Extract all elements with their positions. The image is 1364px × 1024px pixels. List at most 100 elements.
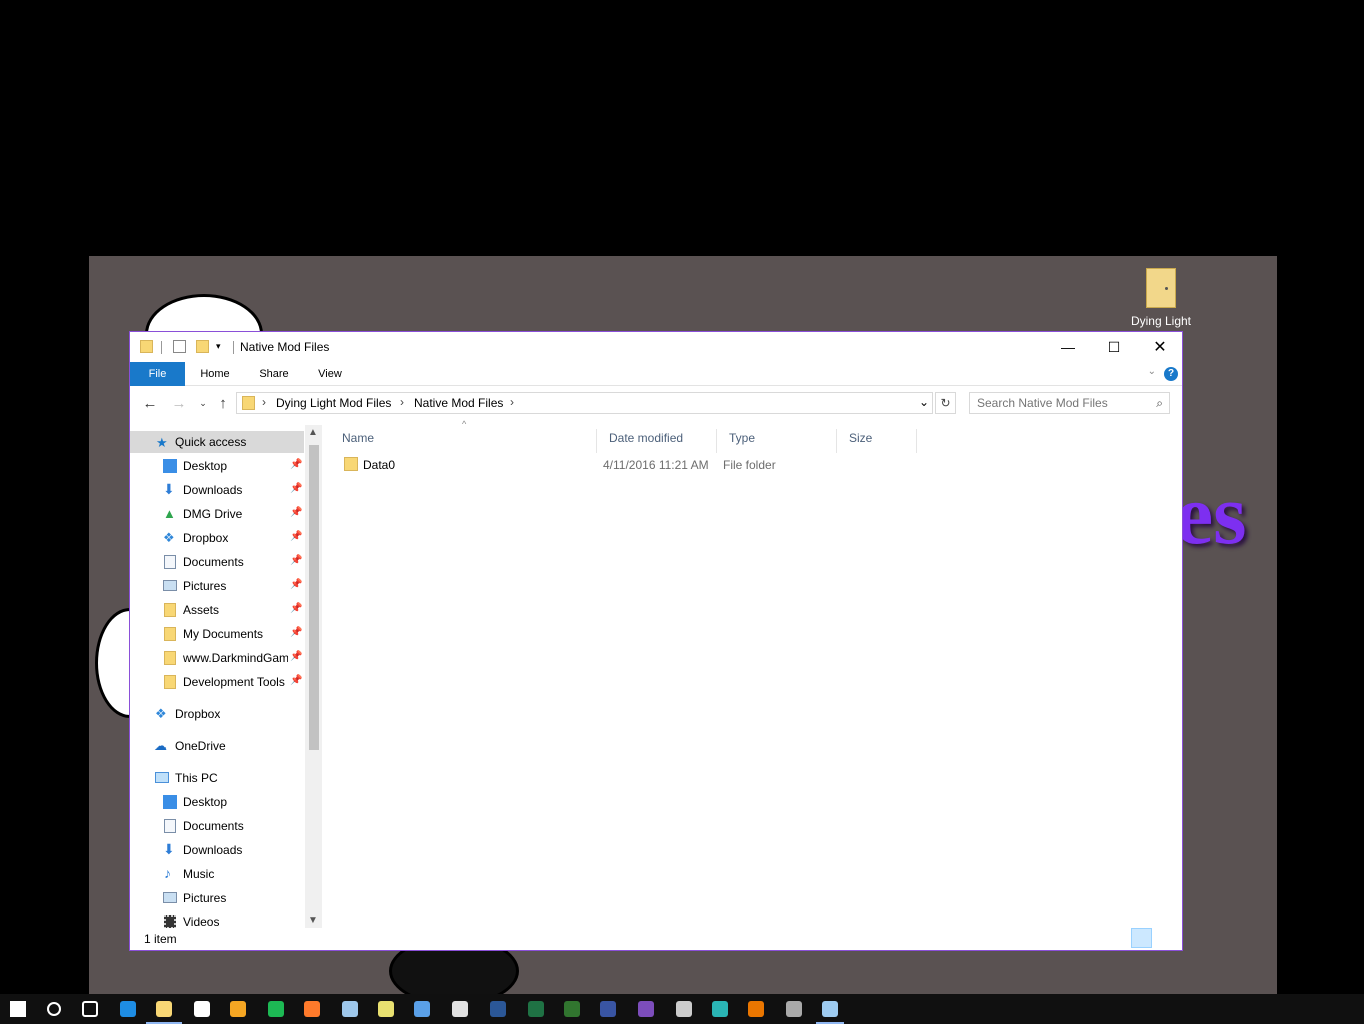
- nav-item-pictures[interactable]: Pictures 📌: [130, 575, 304, 597]
- pin-icon[interactable]: 📌: [290, 555, 302, 566]
- visio-icon[interactable]: [590, 994, 626, 1024]
- windows-start-icon[interactable]: [0, 994, 36, 1024]
- up-button[interactable]: ↑: [213, 393, 233, 413]
- gimp-icon[interactable]: [776, 994, 812, 1024]
- visual-studio-icon[interactable]: [628, 994, 664, 1024]
- unity-icon[interactable]: [666, 994, 702, 1024]
- nav-pc-pictures[interactable]: Pictures: [130, 887, 304, 909]
- refresh-button[interactable]: ↻: [935, 392, 956, 414]
- scroll-down-icon[interactable]: ▼: [308, 915, 318, 926]
- desktop-folder-icon[interactable]: Dying Light: [1125, 264, 1197, 328]
- nav-item-development-tools[interactable]: Development Tools 📌: [130, 671, 304, 693]
- nav-item-darkmind-games[interactable]: www.DarkmindGames 📌: [130, 647, 304, 669]
- new-folder-icon[interactable]: [196, 340, 209, 353]
- help-icon[interactable]: ?: [1164, 367, 1178, 381]
- breadcrumb-separator[interactable]: ›: [510, 395, 514, 409]
- app-icon[interactable]: [442, 994, 478, 1024]
- search-box[interactable]: ⌕: [969, 392, 1170, 414]
- terminal-icon[interactable]: [702, 994, 738, 1024]
- minimize-button[interactable]: —: [1045, 332, 1091, 362]
- pin-icon[interactable]: 📌: [290, 651, 302, 662]
- pin-icon[interactable]: 📌: [290, 507, 302, 518]
- excel-icon[interactable]: [518, 994, 554, 1024]
- pin-icon[interactable]: 📌: [290, 579, 302, 590]
- nav-pc-desktop[interactable]: Desktop: [130, 791, 304, 813]
- recent-locations-button[interactable]: ⌄: [193, 393, 213, 413]
- nav-pc-downloads[interactable]: ⬇ Downloads: [130, 839, 304, 861]
- pin-icon[interactable]: 📌: [290, 675, 302, 686]
- steam-icon[interactable]: [812, 994, 848, 1024]
- column-header-date-modified[interactable]: Date modified: [597, 429, 717, 453]
- column-header-size[interactable]: Size: [837, 429, 917, 453]
- file-row[interactable]: Data0 4/11/2016 11:21 AM File folder: [330, 455, 1050, 475]
- tab-file[interactable]: File: [130, 362, 185, 386]
- nav-quick-access[interactable]: ★ Quick access: [130, 431, 304, 453]
- nav-item-dmg-drive[interactable]: ▲ DMG Drive 📌: [130, 503, 304, 525]
- media-player-icon[interactable]: [220, 994, 256, 1024]
- firefox-icon[interactable]: [294, 994, 330, 1024]
- nav-item-dropbox[interactable]: ❖ Dropbox 📌: [130, 527, 304, 549]
- tab-home[interactable]: Home: [188, 362, 242, 386]
- folder-icon: [164, 627, 176, 641]
- nav-pc-music[interactable]: ♪ Music: [130, 863, 304, 885]
- close-button[interactable]: ✕: [1137, 332, 1183, 362]
- breadcrumb-item[interactable]: Dying Light Mod Files: [276, 396, 391, 410]
- nav-onedrive[interactable]: ☁ OneDrive: [130, 735, 304, 757]
- chevron-down-icon[interactable]: ⌄: [1148, 366, 1156, 377]
- pin-icon[interactable]: 📌: [290, 531, 302, 542]
- title-bar[interactable]: ▾ Native Mod Files — ☐ ✕: [130, 332, 1182, 362]
- nav-this-pc[interactable]: This PC: [130, 767, 304, 789]
- file-explorer-icon[interactable]: [146, 994, 182, 1024]
- nav-item-my-documents[interactable]: My Documents 📌: [130, 623, 304, 645]
- large-icons-view-icon[interactable]: [1157, 928, 1178, 948]
- project-icon[interactable]: [554, 994, 590, 1024]
- task-view-icon[interactable]: [72, 994, 108, 1024]
- maximize-button[interactable]: ☐: [1091, 332, 1137, 362]
- notes-icon[interactable]: [368, 994, 404, 1024]
- nav-pc-documents[interactable]: Documents: [130, 815, 304, 837]
- file-explorer-window: ▾ Native Mod Files — ☐ ✕ File Home Share…: [129, 331, 1183, 951]
- store-icon[interactable]: [184, 994, 220, 1024]
- search-input[interactable]: [970, 393, 1140, 413]
- blender-icon[interactable]: [738, 994, 774, 1024]
- breadcrumb-separator[interactable]: ›: [400, 395, 404, 409]
- nav-dropbox[interactable]: ❖ Dropbox: [130, 703, 304, 725]
- scroll-thumb[interactable]: [309, 445, 319, 750]
- tab-view[interactable]: View: [304, 362, 356, 386]
- nav-item-downloads[interactable]: ⬇ Downloads 📌: [130, 479, 304, 501]
- back-button[interactable]: ←: [140, 393, 160, 413]
- column-header-type[interactable]: Type: [717, 429, 837, 453]
- nav-item-assets[interactable]: Assets 📌: [130, 599, 304, 621]
- breadcrumb-separator[interactable]: ›: [262, 395, 266, 409]
- breadcrumb-item[interactable]: Native Mod Files: [414, 396, 503, 410]
- customize-toolbar-icon[interactable]: ▾: [216, 341, 229, 354]
- address-bar[interactable]: › Dying Light Mod Files › Native Mod Fil…: [236, 392, 933, 414]
- nav-scrollbar[interactable]: ▲ ▼: [305, 425, 322, 928]
- divider: [161, 341, 162, 354]
- paint-icon[interactable]: [404, 994, 440, 1024]
- chevron-down-icon[interactable]: ⌄: [919, 395, 929, 409]
- videos-icon: [164, 915, 176, 928]
- visio-icon-glyph: [600, 1001, 616, 1017]
- details-view-icon[interactable]: [1130, 928, 1152, 948]
- nav-item-desktop[interactable]: Desktop 📌: [130, 455, 304, 477]
- scroll-up-icon[interactable]: ▲: [308, 427, 318, 438]
- desktop-icon: [163, 795, 177, 809]
- notepad-icon[interactable]: [332, 994, 368, 1024]
- column-header-name[interactable]: Name: [330, 429, 597, 453]
- pin-icon[interactable]: 📌: [290, 603, 302, 614]
- word-icon[interactable]: [480, 994, 516, 1024]
- nav-item-documents[interactable]: Documents 📌: [130, 551, 304, 573]
- forward-button[interactable]: →: [169, 393, 189, 413]
- nav-pc-videos[interactable]: Videos: [130, 911, 304, 928]
- pin-icon[interactable]: 📌: [290, 483, 302, 494]
- properties-icon[interactable]: [173, 340, 186, 353]
- spotify-icon[interactable]: [258, 994, 294, 1024]
- cortana-icon[interactable]: [36, 994, 72, 1024]
- pin-icon[interactable]: 📌: [290, 459, 302, 470]
- tab-share[interactable]: Share: [248, 362, 300, 386]
- search-icon[interactable]: ⌕: [1156, 396, 1163, 411]
- edge-icon[interactable]: [110, 994, 146, 1024]
- pin-icon[interactable]: 📌: [290, 627, 302, 638]
- nav-label: www.DarkmindGames: [183, 651, 288, 665]
